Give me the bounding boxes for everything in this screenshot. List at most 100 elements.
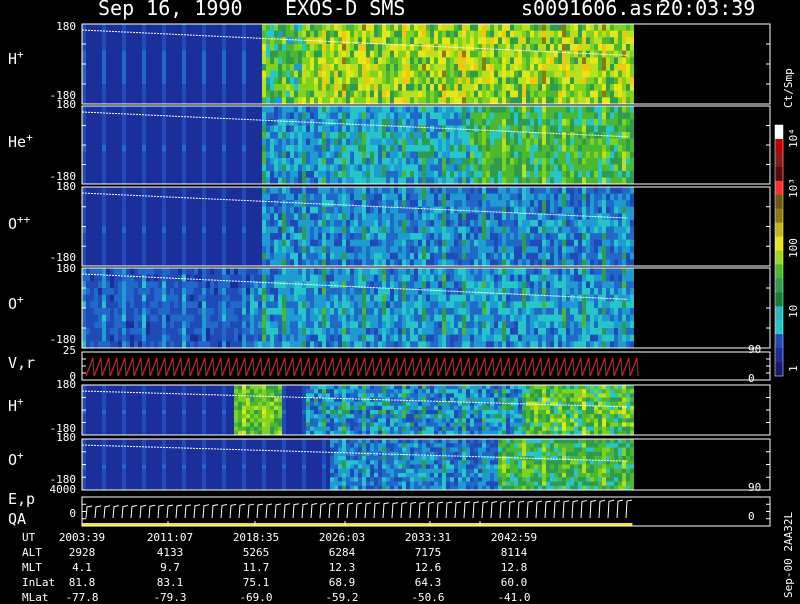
spectrogram-cell [626, 233, 630, 240]
spectrogram-cell [402, 24, 406, 31]
spectrogram-cell [406, 97, 410, 104]
spectrogram-cell [402, 77, 406, 84]
spectrogram-cell [234, 97, 238, 104]
spectrogram-cell [474, 207, 478, 214]
spectrogram-cell [466, 253, 470, 260]
spectrogram-cell [374, 207, 378, 214]
spectrogram-cell [278, 57, 282, 64]
spectrogram-cell [122, 44, 126, 51]
spectrogram-cell [590, 187, 594, 194]
spectrogram-cell [398, 139, 402, 146]
spectrogram-cell [566, 31, 570, 38]
spectrogram-cell [590, 106, 594, 113]
spectrogram-cell [114, 106, 118, 113]
spectrogram-cell [402, 64, 406, 71]
spectrogram-cell [146, 259, 150, 266]
spectrogram-cell [226, 97, 230, 104]
spectrogram-cell [170, 178, 174, 185]
spectrogram-cell [354, 113, 358, 120]
spectrogram-cell [606, 44, 610, 51]
spectrogram-cell [262, 233, 266, 240]
spectrogram-cell [538, 31, 542, 38]
spectrogram-cell [534, 57, 538, 64]
spectrogram-cell [146, 220, 150, 227]
spectrogram-cell [490, 145, 494, 152]
spectrogram-cell [202, 240, 206, 247]
spectrogram-cell [406, 71, 410, 78]
spectrogram-cell [482, 139, 486, 146]
spectrogram-cell [582, 259, 586, 266]
spectrogram-cell [498, 71, 502, 78]
spectrogram-cell [482, 57, 486, 64]
spectrogram-cell [538, 233, 542, 240]
spectrogram-cell [98, 71, 102, 78]
spectrogram-cell [486, 51, 490, 58]
spectrogram-cell [266, 126, 270, 133]
spectrogram-cell [506, 171, 510, 178]
spectrogram-cell [330, 207, 334, 214]
spectrogram-cell [298, 187, 302, 194]
spectrogram-cell [222, 227, 226, 234]
spectrogram-cell [554, 71, 558, 78]
spectrogram-cell [278, 119, 282, 126]
spectrogram-cell [522, 213, 526, 220]
spectrogram-cell [590, 200, 594, 207]
spectrogram-cell [622, 253, 626, 260]
spectrogram-cell [94, 57, 98, 64]
spectrogram-cell [494, 57, 498, 64]
spectrogram-cell [490, 44, 494, 51]
spectrogram-cell [366, 91, 370, 98]
spectrogram-cell [626, 24, 630, 31]
spectrogram-cell [174, 213, 178, 220]
spectrogram-cell [522, 194, 526, 201]
spectrogram-cell [134, 158, 138, 165]
spectrogram-cell [218, 240, 222, 247]
spectrogram-cell [506, 200, 510, 207]
spectrogram-cell [102, 126, 106, 133]
spectrogram-cell [562, 200, 566, 207]
spectrogram-cell [398, 24, 402, 31]
spectrogram-cell [450, 194, 454, 201]
spectrogram-cell [502, 84, 506, 91]
spectrogram-cell [302, 37, 306, 44]
spectrogram-cell [438, 200, 442, 207]
spectrogram-cell [278, 113, 282, 120]
spectrogram-cell [158, 91, 162, 98]
spectrogram-cell [390, 106, 394, 113]
spectrogram-cell [630, 77, 634, 84]
spectrogram-cell [282, 259, 286, 266]
spectrogram-cell [134, 24, 138, 31]
spectrogram-cell [178, 51, 182, 58]
spectrogram-cell [170, 246, 174, 253]
spectrogram-cell [394, 213, 398, 220]
spectrogram-cell [374, 91, 378, 98]
spectrogram-cell [578, 171, 582, 178]
spectrogram-cell [530, 57, 534, 64]
spectrogram-cell [350, 253, 354, 260]
spectrogram-cell [226, 44, 230, 51]
spectrogram-cell [426, 71, 430, 78]
spectrogram-cell [162, 233, 166, 240]
spectrogram-cell [390, 194, 394, 201]
spectrogram-cell [494, 152, 498, 159]
spectrogram-cell [250, 91, 254, 98]
spectrogram-cell [378, 113, 382, 120]
spectrogram-cell [134, 200, 138, 207]
spectrogram-cell [474, 106, 478, 113]
spectrogram-cell [346, 233, 350, 240]
spectrogram-cell [342, 246, 346, 253]
spectrogram-cell [470, 194, 474, 201]
spectrogram-cell [546, 152, 550, 159]
spectrogram-cell [250, 207, 254, 214]
spectrogram-cell [582, 139, 586, 146]
spectrogram-cell [250, 227, 254, 234]
spectrogram-cell [598, 152, 602, 159]
spectrogram-cell [526, 213, 530, 220]
spectrogram-cell [518, 171, 522, 178]
spectrogram-cell [630, 71, 634, 78]
spectrogram-cell [306, 44, 310, 51]
spectrogram-cell [114, 64, 118, 71]
spectrogram-cell [554, 84, 558, 91]
spectrogram-cell [390, 71, 394, 78]
spectrogram-cell [274, 253, 278, 260]
